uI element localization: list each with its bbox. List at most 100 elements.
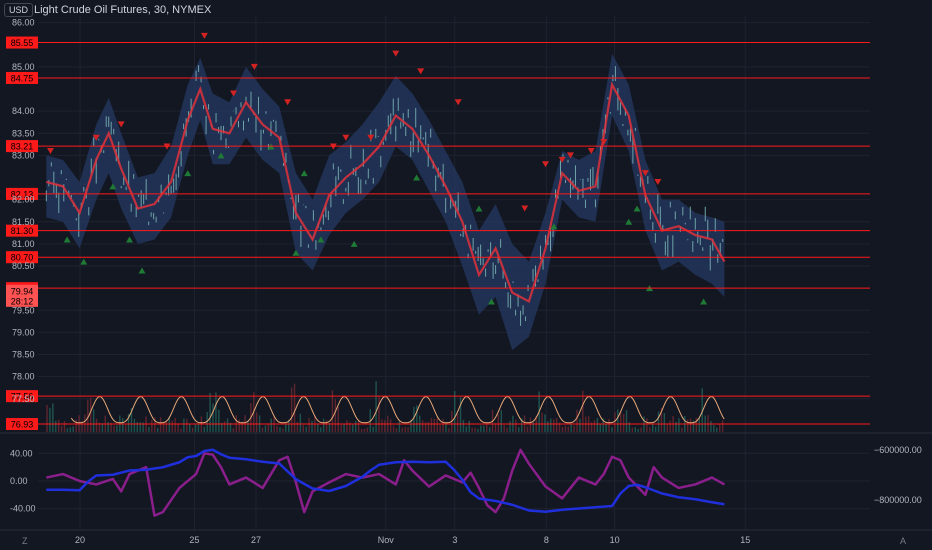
volume-bar: [634, 427, 636, 432]
volume-bar: [299, 413, 302, 432]
volume-bar: [296, 421, 299, 432]
volume-bar: [669, 420, 671, 432]
volume-bar: [567, 426, 569, 432]
volume-bar: [151, 419, 153, 432]
timezone-icon[interactable]: Z: [22, 536, 28, 546]
volume-axis-tick: −800000.00: [874, 495, 922, 505]
volume-bar: [343, 423, 345, 432]
volume-bar: [212, 403, 214, 432]
volume-bar: [622, 414, 625, 432]
volume-bar: [183, 418, 185, 432]
volume-bar: [596, 417, 599, 432]
volume-bar: [49, 407, 51, 432]
volume-bar: [159, 417, 162, 432]
volume-bar: [573, 425, 575, 432]
volume-bar: [133, 418, 136, 432]
volume-bar: [52, 403, 54, 432]
volume-bar: [468, 420, 470, 432]
volume-bar: [454, 391, 456, 432]
volume-bar: [366, 427, 369, 432]
volume-bar: [614, 412, 616, 432]
volume-bar: [116, 425, 118, 432]
volume-bar: [180, 428, 182, 432]
volume-bar: [270, 418, 272, 432]
volume-bar: [354, 421, 357, 432]
volume-bar: [515, 419, 517, 432]
volume-bar: [477, 428, 479, 432]
volume-bar: [439, 425, 441, 432]
volume-bar: [561, 426, 564, 432]
volume-bar: [226, 418, 229, 432]
volume-bar: [713, 424, 715, 432]
volume-bar: [55, 420, 57, 432]
volume-bar: [340, 425, 342, 432]
volume-bar: [716, 427, 718, 432]
volume-bar: [398, 421, 401, 432]
level-label: 76.93: [11, 420, 34, 430]
volume-bar: [174, 417, 176, 432]
time-axis-tick: 25: [189, 535, 199, 545]
volume-bar: [488, 427, 491, 432]
currency-badge[interactable]: USD: [4, 3, 34, 17]
volume-bar: [302, 425, 304, 432]
volume-bar: [529, 417, 532, 432]
price-axis-tick: 79.00: [12, 327, 35, 337]
volume-bar: [279, 427, 281, 432]
volume-bar: [526, 426, 529, 432]
volume-bar: [465, 426, 468, 432]
volume-bar: [550, 418, 552, 432]
volume-bar: [378, 395, 380, 432]
time-axis-tick: Nov: [378, 535, 395, 545]
volume-bar: [95, 418, 98, 432]
volume-bar: [311, 420, 313, 432]
volume-bar: [113, 425, 115, 432]
volume-bar: [308, 417, 310, 432]
price-axis-tick: 80.50: [12, 261, 35, 271]
volume-bar: [395, 428, 398, 432]
volume-bar: [710, 421, 712, 432]
volume-bar: [666, 424, 668, 432]
volume-bar: [122, 418, 124, 432]
volume-bar: [90, 397, 92, 432]
volume-bar: [599, 424, 601, 432]
volume-bar: [322, 418, 325, 432]
volume-bar: [165, 421, 168, 432]
price-axis-tick: 84.00: [12, 106, 35, 116]
volume-bar: [317, 424, 319, 432]
volume-bar: [689, 418, 692, 432]
volume-bar: [637, 428, 639, 432]
volume-bar: [384, 420, 386, 432]
auto-scale-icon[interactable]: A: [900, 536, 906, 546]
time-axis-tick: 3: [452, 535, 457, 545]
volume-bar: [124, 425, 127, 432]
price-axis-tick: 86.00: [12, 18, 35, 28]
chart-title: Light Crude Oil Futures, 30, NYMEX: [34, 4, 212, 16]
price-axis-tick: 78.00: [12, 372, 35, 382]
volume-bar: [352, 424, 354, 432]
volume-bar: [203, 426, 205, 432]
volume-bar: [363, 428, 366, 432]
volume-bar: [675, 421, 677, 432]
volume-bar: [456, 413, 459, 432]
volume-bar: [678, 418, 680, 432]
volume-bar: [695, 417, 698, 432]
time-axis-tick: 15: [740, 535, 750, 545]
volume-bar: [346, 420, 348, 432]
volume-bar: [84, 414, 86, 432]
volume-bar: [593, 420, 596, 432]
volume-bar: [617, 409, 619, 432]
volume-bar: [177, 423, 179, 432]
volume-bar: [480, 425, 482, 432]
volume-bar: [101, 423, 104, 432]
price-axis-tick: 83.50: [12, 128, 35, 138]
volume-bar: [69, 427, 72, 432]
volume-bar: [497, 414, 500, 432]
price-axis-tick: 79.50: [12, 305, 35, 315]
trading-chart[interactable]: 85.5584.7583.2182.1381.3080.7080.0077.56…: [0, 0, 932, 550]
volume-bar: [267, 424, 270, 432]
volume-bar: [718, 423, 721, 432]
volume-bar: [381, 419, 383, 432]
volume-bar: [218, 409, 220, 432]
volume-bar: [681, 427, 683, 432]
volume-bar: [255, 412, 258, 432]
